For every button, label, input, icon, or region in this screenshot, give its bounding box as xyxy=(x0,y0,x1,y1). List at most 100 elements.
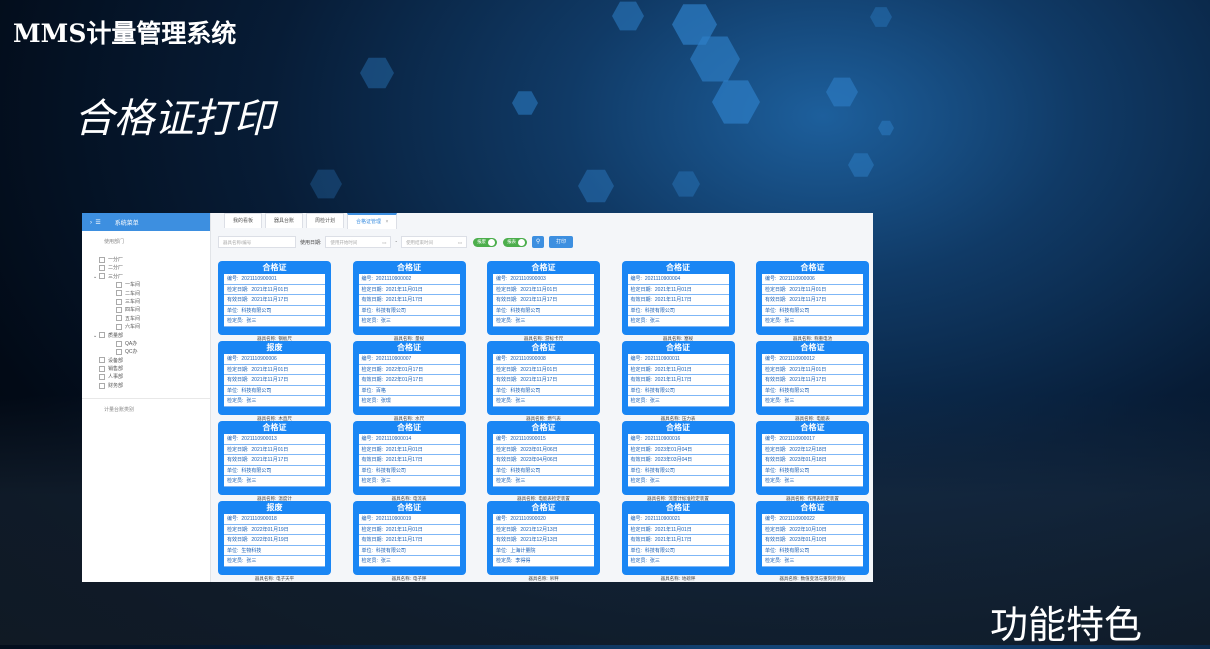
certificate-body: 编号: 2021110900006 检定日期: 2021年11月01日 有效日期: 202… xyxy=(762,274,863,327)
tree-node[interactable]: 二分厂 xyxy=(82,264,210,272)
folder-icon xyxy=(99,365,105,372)
field-label: 检定日期: xyxy=(227,366,249,373)
field-value: 2021110900017 xyxy=(779,436,815,442)
start-date-input[interactable]: 使用开始时间 ▭ xyxy=(325,236,392,248)
field-value: 2021年11月17日 xyxy=(520,297,558,304)
field-label: 单位: xyxy=(227,387,239,394)
certificate-card[interactable]: 合格证 编号: 2021110900003 检定日期: 2021年11月01日 有效日期:… xyxy=(487,261,600,341)
field-label: 单位: xyxy=(227,547,239,554)
certificate-card[interactable]: 合格证 编号: 2021110900015 检定日期: 2023年01月06日 有效日期:… xyxy=(487,421,600,501)
certificate-field-unit: 单位: 科技有限公司 xyxy=(627,306,729,317)
certificate-card[interactable]: 合格证 编号: 2021110900004 检定日期: 2021年11月01日 有效日期:… xyxy=(621,261,735,341)
field-label: 单位: xyxy=(496,547,508,554)
tree-node[interactable]: 四车间 xyxy=(82,306,210,314)
certificate-card[interactable]: 合格证 编号: 2021110900017 检定日期: 2022年12月18日 有效日期:… xyxy=(756,421,869,501)
field-value: 张三 xyxy=(784,558,795,565)
field-value: 科技有限公司 xyxy=(644,387,675,394)
certificate-card[interactable]: 合格证 编号: 2021110900011 检定日期: 2021年11月01日 有效日期:… xyxy=(621,341,735,421)
search-icon[interactable]: ⚲ xyxy=(532,236,545,248)
tab-inspection-plan[interactable]: 周检计划 xyxy=(306,213,345,228)
decor-hexagon xyxy=(848,153,874,177)
certificate-field-unit: 单位: 科技有限公司 xyxy=(224,466,325,477)
end-date-input[interactable]: 使用结束时间 ▭ xyxy=(401,236,468,248)
tree-node[interactable]: 设备部 xyxy=(82,357,210,365)
scrap-toggle[interactable]: 报废 xyxy=(473,237,498,247)
field-value: 科技有限公司 xyxy=(375,307,406,314)
tree-node[interactable]: 二车间 xyxy=(82,290,210,298)
certificate-card[interactable]: 合格证 编号: 2021110900021 检定日期: 2021年11月01日 有效日期:… xyxy=(621,501,735,581)
certificate-card[interactable]: 合格证 编号: 2021110900002 检定日期: 2021年11月01日 有效日期:… xyxy=(352,261,466,341)
field-label: 有效日期: xyxy=(496,377,518,384)
tree-node[interactable]: 三车间 xyxy=(82,298,210,306)
tree-node[interactable]: ⌄ 三分厂 xyxy=(82,273,210,281)
toggle-label: 报废 xyxy=(477,239,487,244)
certificate-card[interactable]: 合格证 编号: 2021110900007 检定日期: 2022年01月17日 有效日期:… xyxy=(352,341,466,421)
certificate-title: 合格证 xyxy=(397,423,421,432)
end-date-placeholder: 使用结束时间 xyxy=(406,240,434,245)
certificate-field-valid-date: 有效日期: 2023年01月10日 xyxy=(762,535,863,546)
category-section-title[interactable]: 计量台账类别 xyxy=(82,398,210,418)
close-icon[interactable]: × xyxy=(385,219,388,225)
certificate-field-unit: 单位: 科技有限公司 xyxy=(762,546,863,557)
instrument-name-caption: 器具名称: 电子天平 xyxy=(218,576,331,582)
tab-certificate-management[interactable]: 合格证管理 × xyxy=(347,213,398,229)
field-label: 单位: xyxy=(630,547,642,554)
certificate-card[interactable]: 合格证 编号: 2021110900006 检定日期: 2021年11月01日 有效日期:… xyxy=(756,261,869,341)
certificate-card[interactable]: 报废 编号: 2021110900006 检定日期: 2021年11月01日 有效日期: 2… xyxy=(218,341,331,421)
certificate-title: 合格证 xyxy=(666,263,690,272)
field-label: 检定员: xyxy=(227,398,244,405)
tree-node[interactable]: ⌄ 质量部 xyxy=(82,332,210,340)
certificate-card[interactable]: 合格证 编号: 2021110900008 检定日期: 2021年11月01日 有效日期:… xyxy=(487,341,600,421)
tree-node[interactable]: 销售部 xyxy=(82,365,210,373)
certificate-card[interactable]: 合格证 编号: 2021110900001 检定日期: 2021年11月01日 有效日期:… xyxy=(218,261,331,341)
certificate-field-check-date: 检定日期: 2021年11月01日 xyxy=(627,365,729,376)
field-value: 张三 xyxy=(649,558,660,565)
print-button[interactable]: 打印 xyxy=(549,236,574,248)
certificate-field-valid-date: 有效日期: 2021年11月17日 xyxy=(493,295,594,306)
tree-node[interactable]: QC办 xyxy=(82,348,210,356)
field-value: 2021年11月01日 xyxy=(385,446,423,453)
field-value: 2021年11月01日 xyxy=(251,286,289,293)
field-value: 科技有限公司 xyxy=(779,467,810,474)
certificate-field-unit: 单位: 科技有限公司 xyxy=(762,306,863,317)
tree-node[interactable]: QA办 xyxy=(82,340,210,348)
certificate-card[interactable]: 合格证 编号: 2021110900022 检定日期: 2022年10月10日 有效日期:… xyxy=(756,501,869,581)
tree-node[interactable]: 六车间 xyxy=(82,323,210,331)
tree-node[interactable]: 五车间 xyxy=(82,315,210,323)
menu-icon[interactable]: › ☰ xyxy=(90,219,101,226)
sidebar-header[interactable]: › ☰ 系统菜单 xyxy=(82,213,210,231)
field-label: 检定员: xyxy=(227,318,244,325)
tab-instrument-ledger[interactable]: 器具台账 xyxy=(265,213,304,228)
certificate-card[interactable]: 合格证 编号: 2021110900016 检定日期: 2023年01月04日 有效日期:… xyxy=(621,421,735,501)
certificate-card[interactable]: 合格证 编号: 2021110900014 检定日期: 2021年11月01日 有效日期:… xyxy=(352,421,466,501)
field-value: 2021年11月17日 xyxy=(654,377,692,384)
report-toggle[interactable]: 报表 xyxy=(503,237,528,247)
certificate-card[interactable]: 合格证 编号: 2021110900020 检定日期: 2021年12月13日 有效日期:… xyxy=(487,501,600,581)
tree-node[interactable]: 人事部 xyxy=(82,373,210,381)
certificate-card[interactable]: 合格证 编号: 2021110900013 检定日期: 2021年11月01日 有效日期:… xyxy=(218,421,331,501)
decor-hexagon xyxy=(826,77,858,107)
calendar-icon: ▭ xyxy=(382,240,387,245)
certificate-card[interactable]: 合格证 编号: 2021110900012 检定日期: 2021年11月01日 有效日期:… xyxy=(756,341,869,421)
certificate-card[interactable]: 合格证 编号: 2021110900019 检定日期: 2021年11月01日 有效日期:… xyxy=(352,501,466,581)
folder-icon xyxy=(99,265,105,272)
search-input[interactable]: 器具名称/编号 xyxy=(218,236,296,248)
tree-node-label: 四车间 xyxy=(125,307,141,314)
field-label: 编号: xyxy=(361,356,373,362)
field-value: 张三 xyxy=(515,478,526,485)
certificate-field-valid-date: 有效日期: 2021年11月17日 xyxy=(224,375,325,386)
certificate-field-check-date: 检定日期: 2021年11月01日 xyxy=(627,285,729,296)
tab-bar: 我的看板 器具台账 周检计划 合格证管理 × xyxy=(224,213,400,229)
certificate-card[interactable]: 报废 编号: 2021110900018 检定日期: 2022年01月19日 有效日期: 2… xyxy=(218,501,331,581)
tree-node[interactable]: 一分厂 xyxy=(82,256,210,264)
dept-section-title[interactable]: 使用部门 xyxy=(82,231,210,250)
tab-dashboard[interactable]: 我的看板 xyxy=(224,213,263,228)
caption-value: 地磅秤 xyxy=(681,576,696,581)
decor-hexagon xyxy=(870,7,892,27)
field-value: 2021年11月01日 xyxy=(789,286,827,293)
certificate-field-check-date: 检定日期: 2022年01月17日 xyxy=(358,365,460,376)
tree-node[interactable]: 一车间 xyxy=(82,281,210,289)
tree-node[interactable]: 财务部 xyxy=(82,382,210,390)
field-label: 检定日期: xyxy=(765,286,787,293)
field-value: 2022年01月19日 xyxy=(251,526,289,533)
